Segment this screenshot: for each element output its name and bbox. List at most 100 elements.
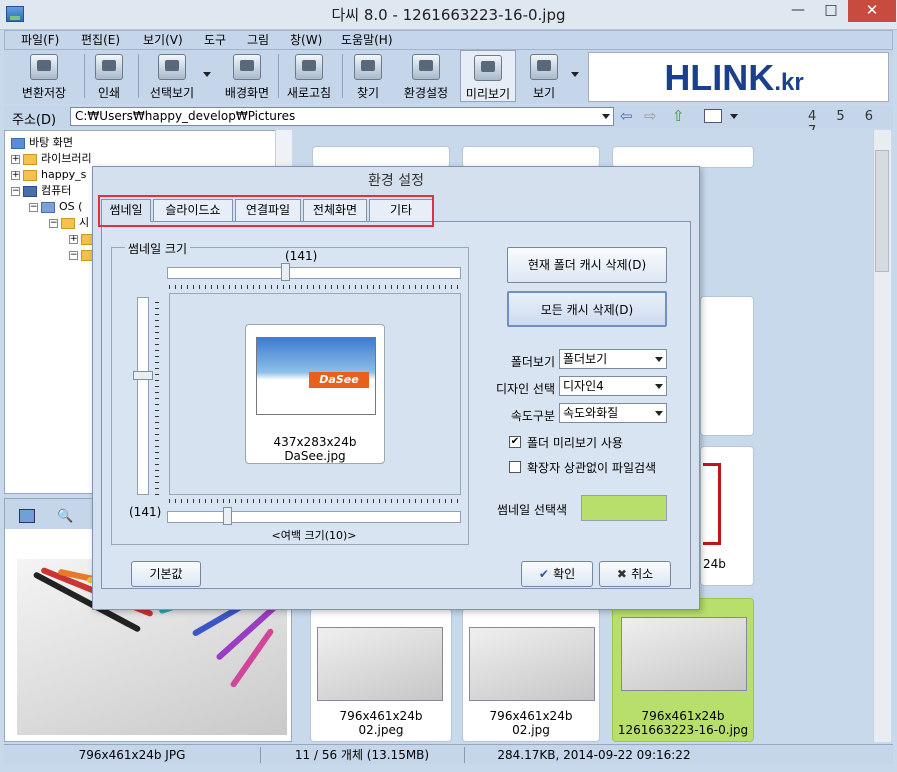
- fit-image-icon[interactable]: [19, 509, 35, 523]
- thumbnail-card[interactable]: [312, 146, 450, 168]
- cancel-button[interactable]: ✖ 취소: [599, 561, 671, 587]
- ok-button[interactable]: ✔ 확인: [521, 561, 593, 587]
- slider-ticks: [155, 297, 159, 495]
- thumbnail-card[interactable]: [612, 146, 754, 168]
- group-label: 썸네일 크기: [125, 240, 191, 257]
- folder-view-select[interactable]: 폴더보기: [559, 349, 667, 369]
- print-button[interactable]: 인쇄: [84, 50, 134, 102]
- thumbnail-image: [621, 617, 747, 691]
- margin-slider[interactable]: [167, 511, 461, 523]
- menu-tools[interactable]: 도구: [204, 32, 226, 49]
- thumbnail-card-selected[interactable]: 796x461x24b 1261663223-16-0.jpg: [612, 598, 754, 742]
- menu-window[interactable]: 창(W): [290, 32, 322, 49]
- up-folder-icon[interactable]: ⇧: [672, 109, 688, 124]
- clear-folder-cache-button[interactable]: 현재 폴더 캐시 삭제(D): [507, 247, 667, 283]
- thumbnail-card[interactable]: 796x461x24b 02.jpg: [462, 608, 600, 742]
- size-value-top: (141): [285, 249, 318, 263]
- collapse-icon[interactable]: −: [49, 218, 58, 228]
- ignore-extension-checkbox[interactable]: [509, 461, 521, 473]
- chevron-down-icon: [655, 411, 663, 416]
- tree-item-users[interactable]: − 시: [49, 215, 89, 230]
- close-button[interactable]: ✕: [848, 0, 896, 22]
- expand-icon[interactable]: +: [11, 170, 20, 180]
- tree-item-libraries[interactable]: + 라이브러리: [11, 151, 92, 166]
- menu-image[interactable]: 그림: [247, 32, 269, 49]
- tree-item-os-drive[interactable]: − OS (: [29, 199, 82, 214]
- thumbnail-dims: 796x461x24b: [339, 709, 423, 723]
- toolbar-separator: [138, 54, 139, 98]
- view-button[interactable]: 보기: [518, 50, 570, 102]
- expand-icon[interactable]: +: [11, 154, 20, 164]
- margin-label: <여백 크기(10)>: [271, 529, 357, 542]
- selection-color-swatch[interactable]: [581, 495, 667, 521]
- design-select[interactable]: 디자인4: [559, 376, 667, 396]
- margin-slider-knob[interactable]: [223, 507, 232, 525]
- thumbnail-card[interactable]: [700, 296, 754, 436]
- expand-icon[interactable]: +: [69, 234, 78, 244]
- forward-arrow-icon[interactable]: ⇨: [644, 109, 660, 124]
- window-title: 다씨 8.0 - 1261663223-16-0.jpg: [331, 6, 566, 24]
- folder-preview-checkbox[interactable]: ✔: [509, 436, 521, 448]
- select-view-button[interactable]: 선택보기: [140, 50, 204, 102]
- refresh-button[interactable]: 새로고침: [278, 50, 340, 102]
- thumbnail-image: [703, 463, 721, 545]
- speed-label: 속도구분: [510, 409, 555, 423]
- width-slider-knob[interactable]: [281, 263, 290, 281]
- chevron-down-icon: [655, 384, 663, 389]
- status-separator: [464, 747, 465, 763]
- desktop-icon: [11, 137, 25, 149]
- preview-icon: [474, 55, 502, 81]
- convert-save-button[interactable]: 변환저장: [6, 50, 82, 102]
- preview-button[interactable]: 미리보기: [460, 50, 516, 102]
- zoom-out-icon[interactable]: 🔍: [57, 509, 73, 524]
- tree-item-computer[interactable]: − 컴퓨터: [11, 183, 71, 198]
- chevron-down-icon[interactable]: [203, 72, 211, 77]
- collapse-icon[interactable]: −: [29, 202, 38, 212]
- wallpaper-button[interactable]: 배경화면: [214, 50, 280, 102]
- close-icon: ✖: [616, 567, 632, 581]
- annotation-highlight-box: [98, 195, 434, 227]
- menu-view[interactable]: 보기(V): [143, 32, 183, 49]
- minimize-button[interactable]: —: [782, 0, 814, 22]
- address-dropdown-icon[interactable]: [602, 114, 610, 119]
- chevron-down-icon[interactable]: [730, 114, 738, 119]
- selection-color-label: 썸네일 선택색: [497, 503, 568, 517]
- ignore-extension-label: 확장자 상관없이 파일검색: [527, 461, 657, 475]
- gear-icon: [412, 54, 440, 80]
- default-button[interactable]: 기본값: [131, 561, 201, 587]
- tree-item-desktop[interactable]: 바탕 화면: [11, 135, 73, 150]
- thumbnail-mode-icon[interactable]: [704, 109, 722, 123]
- sample-logo: DaSee: [309, 372, 369, 388]
- menu-edit[interactable]: 편집(E): [81, 32, 120, 49]
- slider-ticks: [169, 499, 459, 503]
- height-slider-knob[interactable]: [133, 371, 153, 380]
- speed-select[interactable]: 속도와화질: [559, 403, 667, 423]
- collapse-icon[interactable]: −: [11, 186, 20, 196]
- back-arrow-icon[interactable]: ⇦: [620, 109, 636, 124]
- clear-all-cache-button[interactable]: 모든 캐시 삭제(D): [507, 291, 667, 327]
- scrollbar-thumb[interactable]: [875, 150, 889, 272]
- select-view-icon: [158, 54, 186, 80]
- thumbnail-image: [469, 627, 595, 701]
- sample-image: DaSee: [256, 337, 376, 415]
- width-slider[interactable]: [167, 267, 461, 279]
- address-input[interactable]: C:₩Users₩happy_develop₩Pictures: [70, 107, 614, 126]
- find-button[interactable]: 찾기: [342, 50, 394, 102]
- thumbnail-card[interactable]: 24b: [700, 446, 754, 586]
- thumbnail-card[interactable]: 796x461x24b 02.jpeg: [310, 608, 452, 742]
- settings-button[interactable]: 환경설정: [394, 50, 458, 102]
- menu-file[interactable]: 파일(F): [21, 32, 59, 49]
- thumbnail-card[interactable]: [462, 146, 600, 168]
- tree-item-user[interactable]: + happy_s: [11, 167, 86, 182]
- menu-help[interactable]: 도움말(H): [341, 32, 393, 49]
- address-label: 주소(D): [12, 113, 57, 128]
- maximize-button[interactable]: □: [815, 0, 847, 22]
- status-file-info: 284.17KB, 2014-09-22 09:16:22: [497, 748, 691, 762]
- menu-bar: 파일(F) 편집(E) 보기(V) 도구 그림 창(W) 도움말(H): [4, 30, 893, 50]
- wallpaper-icon: [233, 54, 261, 80]
- height-slider[interactable]: [137, 297, 149, 495]
- save-convert-icon: [30, 54, 58, 80]
- chevron-down-icon[interactable]: [571, 72, 579, 77]
- ad-banner[interactable]: HLINK.kr: [588, 52, 889, 102]
- collapse-icon[interactable]: −: [69, 250, 78, 260]
